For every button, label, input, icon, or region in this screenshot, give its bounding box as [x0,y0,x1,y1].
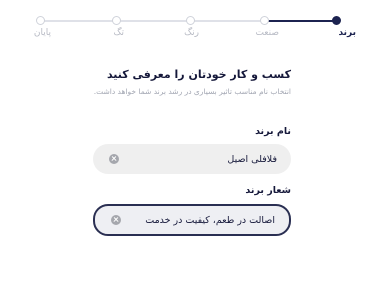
step-label-color[interactable]: رنگ [184,28,199,38]
step-dot-tag[interactable] [112,16,121,25]
step-label-brand[interactable]: برند [338,28,356,38]
step-dot-industry[interactable] [260,16,269,25]
step-dot-end[interactable] [36,16,45,25]
step-dot-brand[interactable] [332,16,341,25]
step-dot-color[interactable] [186,16,195,25]
slogan-field[interactable]: اصالت در طعم، کیفیت در خدمت [93,204,291,236]
progress-stepper: برند صنعت رنگ تگ پایان [0,14,376,44]
step-label-industry[interactable]: صنعت [255,28,279,38]
slogan-value[interactable]: اصالت در طعم، کیفیت در خدمت [145,215,275,226]
clear-icon[interactable] [111,215,121,225]
page-title: کسب و کار خودتان را معرفی کنید [106,68,291,81]
brand-name-value[interactable]: فلافلی اصیل [227,154,277,165]
page-subtitle: انتخاب نام مناسب تاثیر بسیاری در رشد برن… [93,87,291,96]
step-label-tag[interactable]: تگ [113,28,124,38]
clear-icon[interactable] [109,154,119,164]
brand-name-field[interactable]: فلافلی اصیل [93,144,291,174]
step-label-end[interactable]: پایان [34,28,51,38]
stepper-track-active [266,20,336,22]
slogan-label: شعار برند [245,185,291,196]
brand-name-label: نام برند [255,126,291,137]
